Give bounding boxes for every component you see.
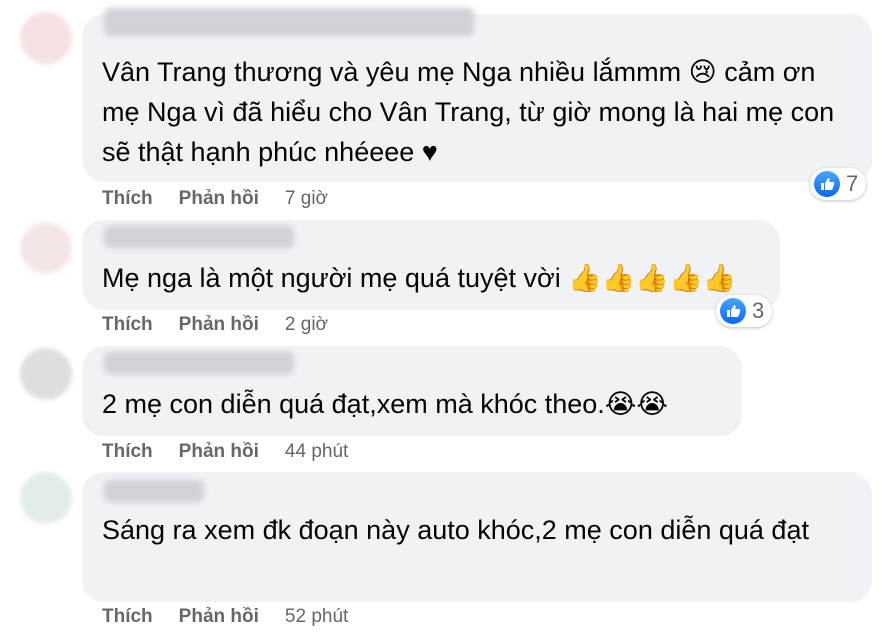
comment-text: 2 mẹ con diễn quá đạt,xem mà khóc theo.😭… — [102, 389, 668, 419]
comment-actions: Thích Phản hồi 7 giờ — [102, 186, 328, 212]
avatar[interactable] — [20, 472, 72, 524]
comment-text: Sáng ra xem đk đoạn này auto khóc,2 mẹ c… — [102, 515, 809, 545]
reply-button[interactable]: Phản hồi — [179, 441, 259, 463]
reaction-count: 7 — [846, 171, 859, 196]
reply-button[interactable]: Phản hồi — [179, 314, 259, 336]
comment-actions: Thích Phản hồi 52 phút — [102, 604, 348, 630]
like-button[interactable]: Thích — [102, 606, 153, 628]
like-button[interactable]: Thích — [102, 314, 153, 336]
avatar[interactable] — [20, 348, 72, 400]
comment-actions: Thích Phản hồi 44 phút — [102, 439, 348, 465]
timestamp[interactable]: 52 phút — [285, 606, 348, 628]
comment-bubble: 2 mẹ con diễn quá đạt,xem mà khóc theo.😭… — [82, 346, 742, 436]
like-button[interactable]: Thích — [102, 441, 153, 463]
timestamp[interactable]: 2 giờ — [285, 314, 328, 336]
reaction-summary[interactable]: 7 — [810, 168, 867, 200]
comment-bubble: Mẹ nga là một người mẹ quá tuyệt vời 👍👍👍… — [82, 220, 780, 310]
reaction-count: 3 — [752, 298, 765, 323]
thumbs-up-icon — [720, 298, 746, 324]
timestamp[interactable]: 7 giờ — [285, 188, 328, 210]
comment-text: Mẹ nga là một người mẹ quá tuyệt vời 👍👍👍… — [102, 263, 737, 293]
author-name[interactable] — [104, 352, 294, 374]
timestamp[interactable]: 44 phút — [285, 441, 348, 463]
thumbs-up-icon — [814, 171, 840, 197]
author-name[interactable] — [104, 226, 294, 248]
like-button[interactable]: Thích — [102, 188, 153, 210]
avatar[interactable] — [20, 222, 72, 274]
reply-button[interactable]: Phản hồi — [179, 188, 259, 210]
comment-bubble: Vân Trang thương và yêu mẹ Nga nhiều lắm… — [82, 8, 872, 182]
author-name[interactable] — [104, 8, 474, 36]
comment-actions: Thích Phản hồi 2 giờ — [102, 312, 328, 338]
avatar[interactable] — [20, 12, 72, 64]
comment-text: Vân Trang thương và yêu mẹ Nga nhiều lắm… — [102, 57, 842, 167]
reply-button[interactable]: Phản hồi — [179, 606, 259, 628]
reaction-summary[interactable]: 3 — [716, 295, 773, 327]
comment-bubble: Sáng ra xem đk đoạn này auto khóc,2 mẹ c… — [82, 472, 872, 602]
author-name[interactable] — [104, 480, 204, 502]
